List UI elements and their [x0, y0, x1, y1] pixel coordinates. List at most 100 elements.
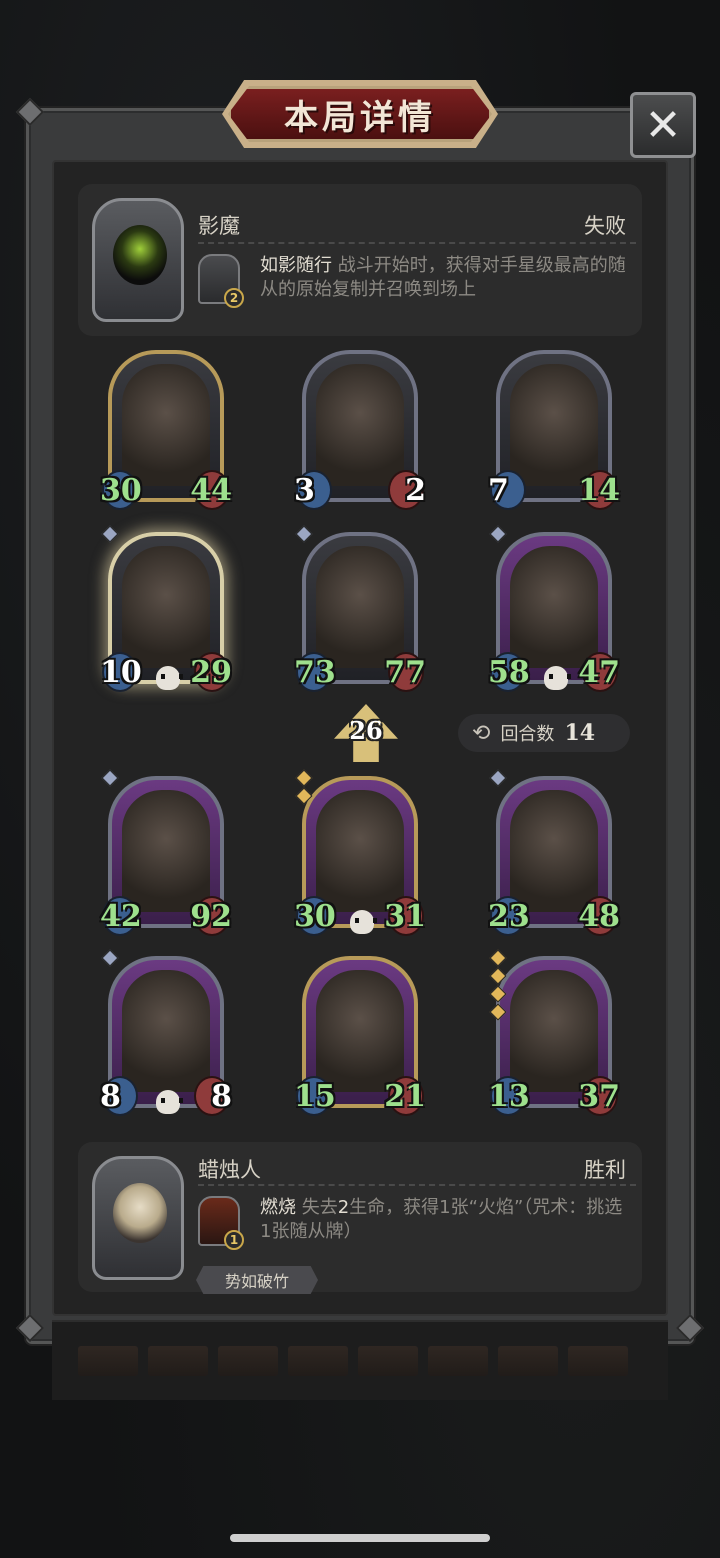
minion-health: 48: [578, 899, 620, 934]
close-icon: ✕: [644, 99, 682, 151]
ability-level-badge: 1: [224, 1230, 244, 1250]
star-rating: [489, 769, 507, 790]
minion-attack: 13: [488, 1079, 530, 1114]
background-thumbnail: [288, 1346, 348, 1376]
streak-badge: 势如破竹: [196, 1266, 318, 1294]
star-rating: [295, 769, 313, 808]
background-thumbnails: [78, 1346, 628, 1376]
player-minion-card[interactable]: 13 37: [488, 949, 620, 1116]
opponent-result: 失败: [584, 214, 626, 238]
minion-attack: 3: [294, 473, 315, 508]
opponent-ability-description: 如影随行 战斗开始时，获得对手星级最高的随从的原始复制并召唤到场上: [260, 254, 628, 302]
player-minion-card[interactable]: 88: [100, 949, 232, 1116]
player-minion-card[interactable]: 23 48: [488, 769, 620, 936]
minion-art: [510, 364, 598, 486]
minion-health: 14: [578, 473, 620, 508]
ability-name: 燃烧: [260, 1197, 296, 1218]
page-title: 本局详情: [284, 97, 436, 138]
opponent-panel: 影魔 失败 2 如影随行 战斗开始时，获得对手星级最高的随从的原始复制并召唤到场…: [78, 184, 642, 336]
divider: [198, 242, 636, 244]
round-label: 回合数: [500, 724, 555, 745]
minion-health: 44: [190, 473, 232, 508]
star-icon: [489, 967, 507, 985]
minion-health: 8: [211, 1079, 232, 1114]
skull-icon: [350, 910, 377, 934]
opponent-minion-card[interactable]: 7 14: [488, 350, 620, 510]
minion-attack: 73: [294, 655, 336, 690]
title-banner: 本局详情: [228, 86, 492, 142]
background-thumbnail: [148, 1346, 208, 1376]
background-thumbnail: [218, 1346, 278, 1376]
skull-icon: [544, 666, 571, 690]
candle-man-face-icon: [113, 1183, 167, 1243]
minion-art: [510, 970, 598, 1092]
minion-health: 92: [190, 899, 232, 934]
opponent-minion-card[interactable]: 10 29: [100, 525, 232, 692]
shadow-demon-face-icon: [113, 225, 167, 285]
minion-art: [316, 546, 404, 668]
background-thumbnail: [78, 1346, 138, 1376]
opponent-minion-card[interactable]: 73 77: [294, 525, 426, 692]
player-minion-card[interactable]: 42 92: [100, 769, 232, 936]
home-indicator[interactable]: [230, 1534, 490, 1542]
star-icon: [295, 525, 313, 543]
minion-attack: 15: [294, 1079, 336, 1114]
opponent-name: 影魔: [198, 214, 240, 238]
player-ability-description: 燃烧 失去2生命，获得1张“火焰”（咒术：挑选1张随从牌）: [260, 1196, 628, 1244]
opponent-minion-card[interactable]: 32: [294, 350, 426, 510]
opponent-portrait[interactable]: [92, 198, 184, 322]
minion-attack: 58: [488, 655, 530, 690]
minion-health: 31: [384, 899, 426, 934]
ability-level-badge: 2: [224, 288, 244, 308]
background-thumbnail: [428, 1346, 488, 1376]
minion-health: 47: [578, 655, 620, 690]
fire-ability-icon[interactable]: 1: [198, 1196, 244, 1250]
star-icon: [295, 787, 313, 805]
skull-icon: [156, 666, 183, 690]
minion-art: [510, 546, 598, 668]
background-thumbnail: [568, 1346, 628, 1376]
player-minion-card[interactable]: 30 31: [294, 769, 426, 936]
minion-art: [122, 364, 210, 486]
opponent-minion-card[interactable]: 30 44: [100, 350, 232, 510]
player-minion-card[interactable]: 15 21: [294, 956, 426, 1116]
close-button[interactable]: ✕: [630, 92, 696, 158]
ability-name: 如影随行: [260, 255, 332, 276]
star-icon: [489, 1003, 507, 1021]
refresh-icon: ⟲: [472, 720, 491, 746]
minion-art: [316, 970, 404, 1092]
minion-health: 37: [578, 1079, 620, 1114]
star-icon: [101, 525, 119, 543]
star-rating: [295, 525, 313, 546]
minion-art: [316, 790, 404, 912]
player-result: 胜利: [584, 1158, 626, 1182]
minion-health: 77: [384, 655, 426, 690]
star-icon: [101, 769, 119, 787]
star-rating: [101, 769, 119, 790]
player-panel: 蜡烛人 胜利 1 燃烧 失去2生命，获得1张“火焰”（咒术：挑选1张随从牌） 势…: [78, 1142, 642, 1294]
minion-art: [122, 546, 210, 668]
star-rating: [101, 525, 119, 546]
minion-art: [122, 970, 210, 1092]
minion-health: 21: [384, 1079, 426, 1114]
minion-art: [510, 790, 598, 912]
player-name: 蜡烛人: [198, 1158, 261, 1182]
minion-art: [316, 364, 404, 486]
minion-attack: 23: [488, 899, 530, 934]
player-portrait[interactable]: [92, 1156, 184, 1280]
star-icon: [489, 949, 507, 967]
star-icon: [489, 525, 507, 543]
minion-attack: 8: [100, 1079, 121, 1114]
star-icon: [489, 985, 507, 1003]
star-rating: [101, 949, 119, 970]
minion-attack: 30: [294, 899, 336, 934]
skull-icon: [156, 1090, 183, 1114]
background-thumbnail: [498, 1346, 558, 1376]
opponent-ability-icon[interactable]: 2: [198, 254, 244, 308]
opponent-minion-card[interactable]: 58 47: [488, 525, 620, 692]
background-thumbnail: [358, 1346, 418, 1376]
minion-attack: 30: [100, 473, 142, 508]
star-rating: [489, 525, 507, 546]
divider: [198, 1184, 636, 1186]
minion-attack: 7: [488, 473, 509, 508]
